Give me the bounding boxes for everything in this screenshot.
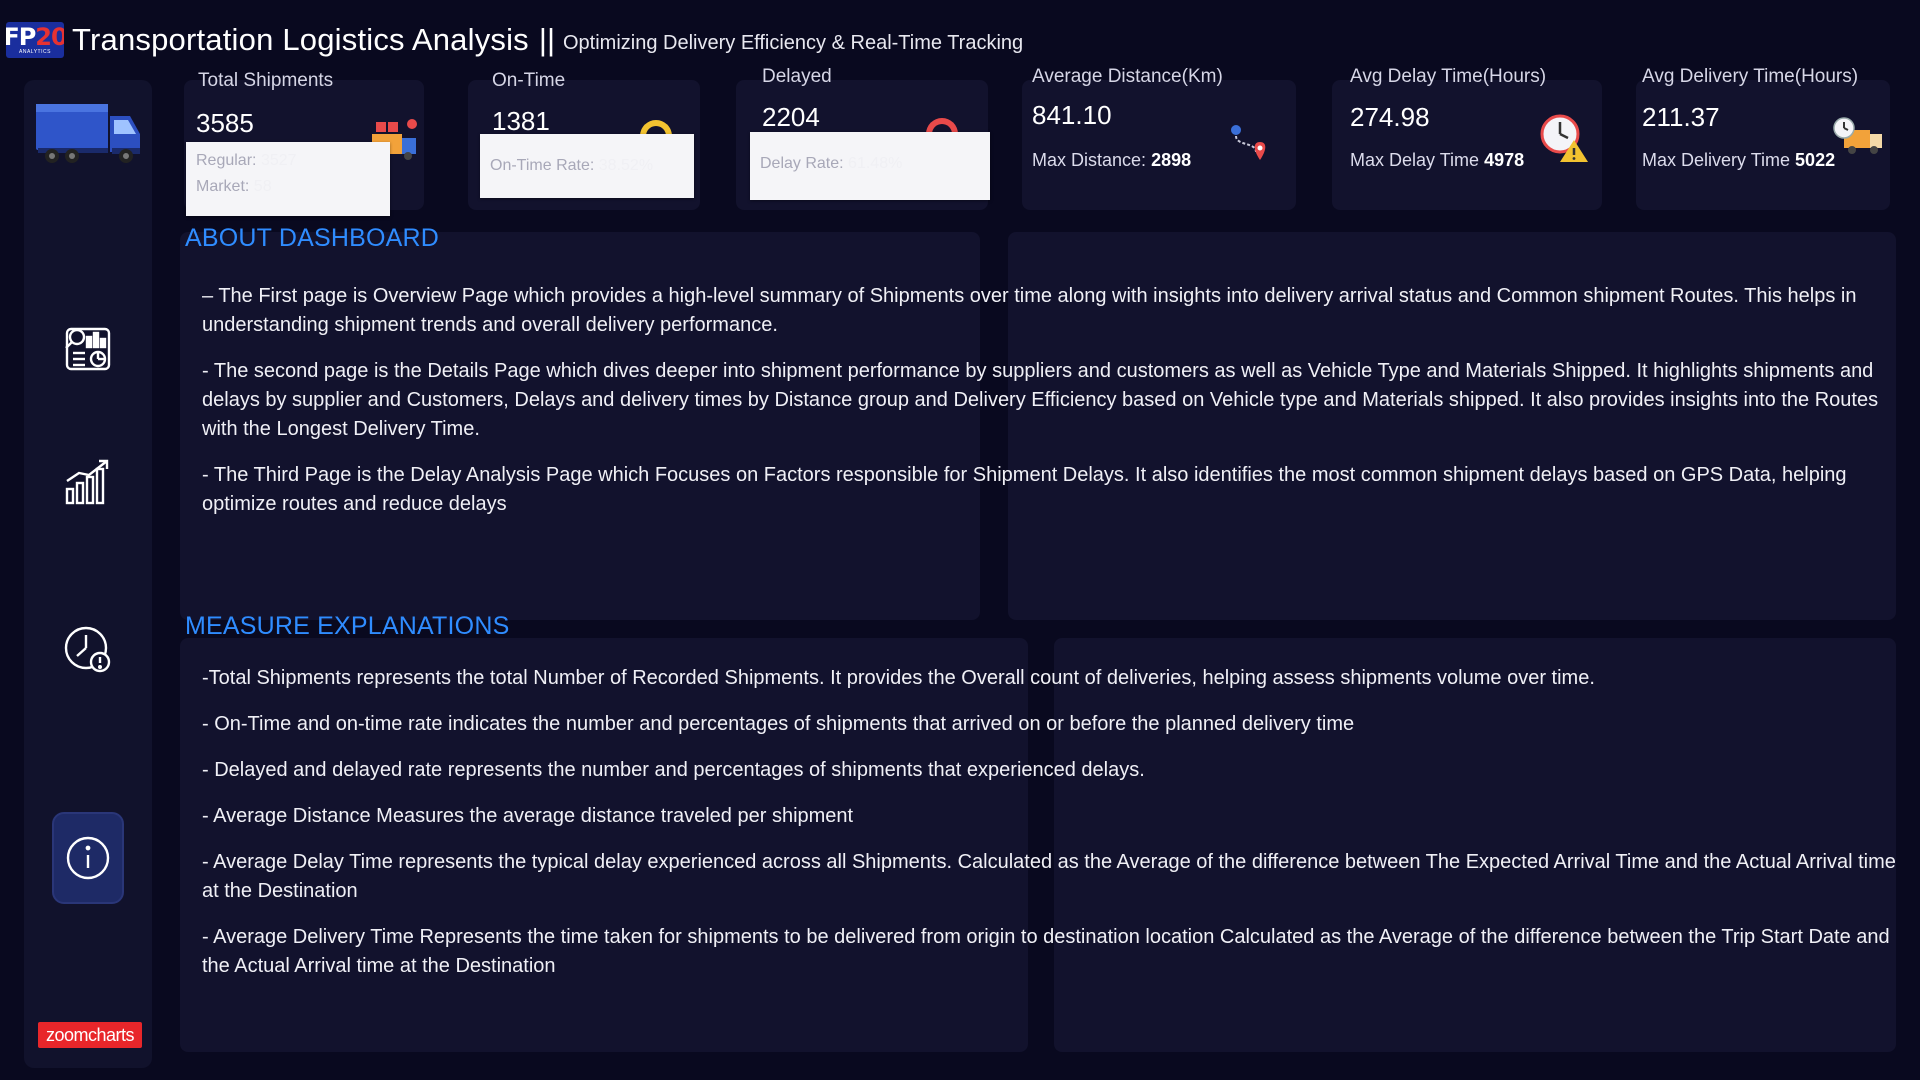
header-bar: FP20 ANALYTICS Transportation Logistics … [6,18,1023,62]
clock-alert-icon [64,626,111,673]
bar-chart-growth-icon [65,459,109,505]
measure-paragraph: - On-Time and on-time rate indicates the… [202,713,1355,735]
kpi-avg-delay-time[interactable]: Avg Delay Time(Hours) 274.98 Max Delay T… [1332,66,1602,210]
kpi-label: Avg Delay Time(Hours) [1350,66,1547,87]
measure-paragraph: - Average Delivery Time Represents the t… [202,926,1890,977]
info-icon [66,836,110,880]
about-paragraph: - The Third Page is the Delay Analysis P… [202,464,1847,515]
measure-paragraph: -Total Shipments represents the total Nu… [202,667,1595,689]
nav-details-page[interactable] [50,444,126,520]
about-dashboard-text: – The First page is Overview Page which … [202,282,1898,536]
kpi-label: Total Shipments [198,70,334,91]
zoomcharts-brand: zoomcharts [38,1022,142,1048]
nav-overview-page[interactable] [50,310,126,386]
nav-info-page[interactable] [52,812,124,904]
kpi-delayed[interactable]: Delayed 2204 Delay Rate: 61.48% [736,66,990,210]
kpi-label: Average Distance(Km) [1032,66,1223,87]
kpi-label: Delayed [762,66,832,87]
measure-explanations-heading: MEASURE EXPLANATIONS [185,612,510,640]
kpi-on-time[interactable]: On-Time 1381 On-Time Rate: 38.52% [468,70,700,210]
about-dashboard-heading: ABOUT DASHBOARD [185,224,439,252]
max-delivery-time-text: Max Delivery Time 5022 [1642,150,1836,170]
page-subtitle: Optimizing Delivery Efficiency & Real-Ti… [563,31,1024,54]
measure-paragraph: - Average Distance Measures the average … [202,805,854,827]
clock-warning-icon [1540,114,1588,162]
route-pin-icon [1231,125,1266,160]
nav-delay-analysis-page[interactable] [50,612,126,688]
kpi-value: 1381 [492,106,550,136]
page-title: Transportation Logistics Analysis [72,22,529,57]
max-distance-text: Max Distance: 2898 [1032,150,1192,170]
kpi-value: 2204 [762,102,820,132]
measure-explanations-text: -Total Shipments represents the total Nu… [202,664,1898,998]
kpi-value: 274.98 [1350,102,1430,132]
on-time-rate-tooltip: On-Time Rate: 38.52% [480,134,694,198]
kpi-label: On-Time [492,70,566,91]
title-separator: || [538,22,555,57]
about-paragraph: – The First page is Overview Page which … [202,285,1857,336]
truck-icon [36,104,140,163]
about-paragraph: - The second page is the Details Page wh… [202,360,1879,440]
dashboard-search-icon [65,327,111,371]
kpi-avg-delivery-time[interactable]: Avg Delivery Time(Hours) 211.37 Max Deli… [1636,66,1890,210]
brand-logo: FP20 ANALYTICS [6,22,64,58]
max-delay-time-text: Max Delay Time 4978 [1350,150,1525,170]
kpi-average-distance[interactable]: Average Distance(Km) 841.10 Max Distance… [1022,66,1296,210]
delay-rate-tooltip: Delay Rate: 61.48% [750,132,990,200]
sidebar-nav: zoomcharts [24,80,152,1068]
on-time-clock-icon [640,120,672,136]
total-shipments-tooltip: Regular: 3527 Market: 58 [186,142,390,216]
kpi-value: 211.37 [1642,102,1720,132]
kpi-value: 3585 [196,108,254,138]
delivery-clock-truck-icon [1833,117,1882,154]
kpi-label: Avg Delivery Time(Hours) [1642,66,1859,87]
measure-paragraph: - Average Delay Time represents the typi… [202,851,1896,902]
measure-paragraph: - Delayed and delayed rate represents th… [202,759,1145,781]
kpi-value: 841.10 [1032,100,1112,130]
kpi-total-shipments[interactable]: Total Shipments 3585 Regular: 3527 Marke… [184,70,424,216]
